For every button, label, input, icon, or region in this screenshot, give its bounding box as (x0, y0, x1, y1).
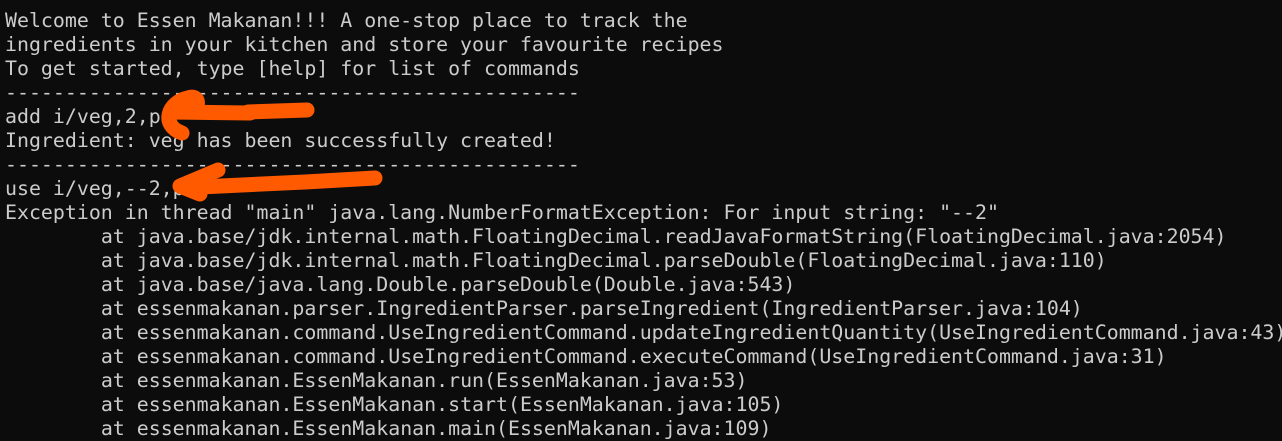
arrow-icon (172, 162, 383, 202)
annotation-layer (161, 89, 383, 202)
arrow-icon (161, 89, 315, 141)
